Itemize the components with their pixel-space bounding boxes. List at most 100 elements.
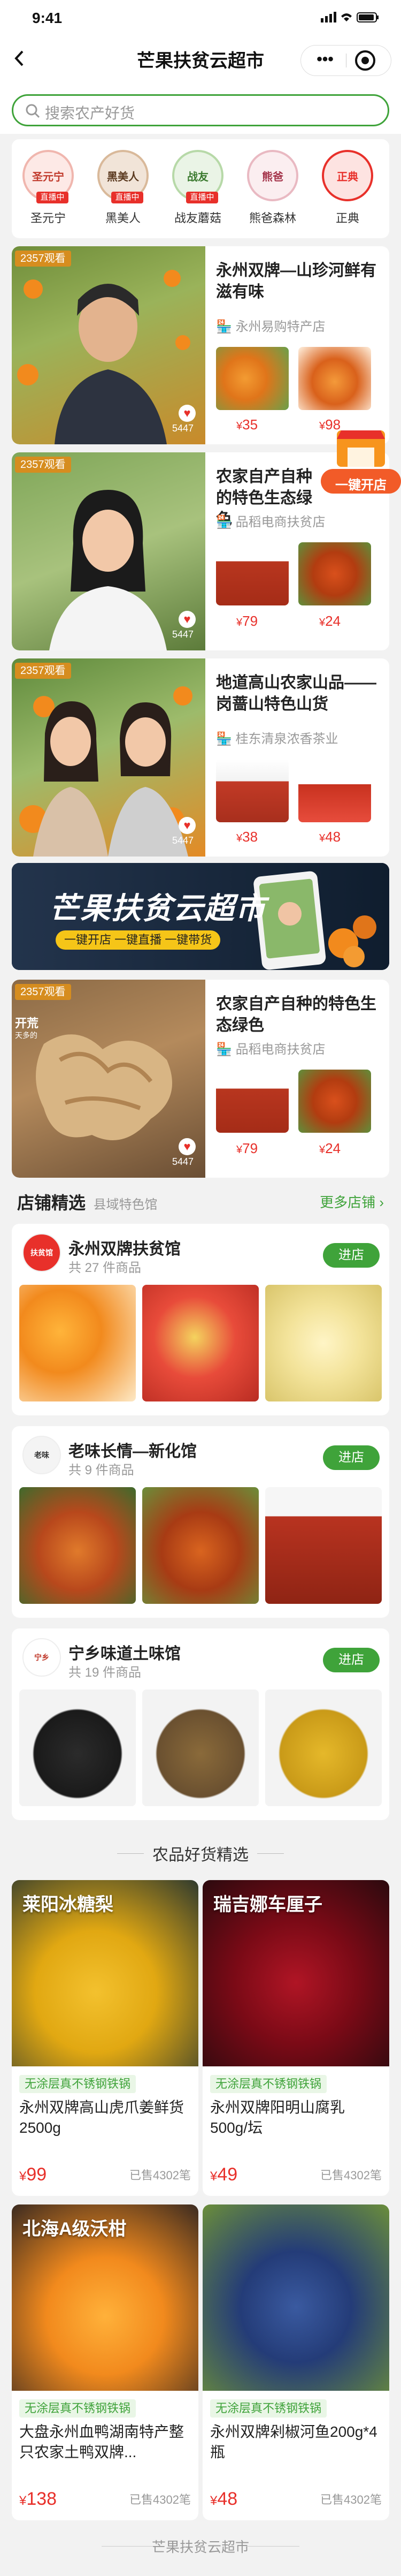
live-badge: 直播中 — [186, 192, 218, 203]
like-count: 5447 — [172, 423, 194, 434]
product-image-label: 莱阳冰糖梨 — [22, 1895, 113, 1915]
footer-text: 芒果扶贫云超市 — [151, 2539, 249, 2555]
product-thumb[interactable] — [216, 347, 289, 410]
like-count: 5447 — [172, 835, 194, 846]
search-icon — [25, 103, 41, 119]
product-name: 永州双牌阳明山腐乳500g/坛 — [210, 2099, 345, 2136]
enter-shop-button[interactable]: 进店 — [323, 1648, 380, 1672]
live-card[interactable]: 2357观看 ♥ 5447 永州双牌—山珍河鲜有滋有味 🏪 永州易购特产店 ¥3… — [12, 246, 389, 444]
shop-icon: 🏪 — [216, 732, 236, 746]
live-thumbnail[interactable]: 2357观看 ♥ 5447 — [12, 452, 205, 650]
promo-banner[interactable]: 芒果扶贫云超市 一键开店 一键直播 一键带货 — [12, 863, 389, 970]
product-card[interactable]: 无涂层真不锈钢铁锅 永州双牌剁椒河鱼200g*4瓶 ¥48 已售4302笔 — [203, 2204, 389, 2520]
status-icons — [321, 11, 380, 27]
product-price: ¥49 — [210, 2164, 238, 2185]
product-price: ¥48 — [210, 2489, 238, 2509]
store-avatar: 熊爸 — [247, 150, 298, 201]
live-thumbnail[interactable]: 2357观看 ♥ 5447 — [12, 246, 205, 444]
store-item[interactable]: 正典 正典 — [315, 150, 380, 226]
signal-wifi-battery-icon — [321, 12, 379, 22]
live-status-sub: 天多的 — [15, 1031, 37, 1040]
store-item[interactable]: 熊爸 熊爸森林 — [241, 150, 305, 226]
shop-product-image[interactable] — [142, 1487, 259, 1604]
banner-title: 芒果扶贫云超市 — [49, 891, 266, 925]
product-thumb[interactable] — [298, 1070, 371, 1133]
live-thumbnail[interactable]: 2357观看 开荒 天多的 ♥ 5447 — [12, 980, 205, 1178]
store-avatar: 黑美人 直播中 — [97, 150, 149, 203]
live-store-row: 圣元宁 直播中 圣元宁 黑美人 直播中 黑美人 战友 直播中 战友蘑菇 熊爸 熊爸森林… — [12, 139, 389, 238]
shop-count: 共 19 件商品 — [68, 1665, 142, 1680]
product-sold: 已售4302笔 — [320, 2493, 382, 2506]
heart-icon[interactable]: ♥ — [179, 1138, 196, 1155]
product-thumb[interactable] — [298, 542, 371, 605]
status-time: 9:41 — [32, 10, 63, 26]
live-title: 农家自产自种的特色生态绿色 — [216, 995, 376, 1034]
viewer-count: 2357观看 — [15, 663, 71, 679]
product-thumb[interactable] — [298, 759, 371, 822]
product-thumb[interactable] — [216, 542, 289, 605]
product-price: ¥48 — [319, 829, 341, 845]
shop-product-image[interactable] — [142, 1285, 259, 1401]
shop-card[interactable]: 老味 老味长情—新化馆 共 9 件商品 进店 — [12, 1426, 389, 1618]
product-name: 永州双牌剁椒河鱼200g*4瓶 — [210, 2423, 377, 2460]
more-shops-link[interactable]: 更多店铺 › — [320, 1192, 384, 1211]
product-price: ¥35 — [236, 416, 258, 433]
heart-icon[interactable]: ♥ — [179, 405, 196, 422]
product-price: ¥99 — [19, 2164, 47, 2185]
products-section-header: 农品好货精选 — [0, 1842, 401, 1865]
product-price: ¥24 — [319, 1140, 341, 1156]
heart-icon[interactable]: ♥ — [179, 817, 196, 834]
shop-name: 宁乡味道土味馆 — [68, 1645, 181, 1663]
live-thumbnail[interactable]: 2357观看 ♥ 5447 — [12, 658, 205, 857]
shops-section-header: 店铺精选 县域特色馆 — [17, 1189, 157, 1214]
shop-logo: 宁乡 — [22, 1638, 61, 1677]
banner-slogan: 一键开店 一键直播 一键带货 — [56, 930, 221, 950]
live-title: 永州双牌—山珍河鲜有滋有味 — [216, 262, 376, 301]
product-tag: 无涂层真不锈钢铁锅 — [19, 2399, 136, 2418]
shop-product-image[interactable] — [19, 1689, 136, 1806]
enter-shop-button[interactable]: 进店 — [323, 1445, 380, 1470]
shop-product-image[interactable] — [19, 1285, 136, 1401]
shop-icon: 🏪 — [216, 515, 236, 529]
shop-product-image[interactable] — [19, 1487, 136, 1604]
product-card[interactable]: 北海A级沃柑 无涂层真不锈钢铁锅 大盘永州血鸭湖南特产整只农家土鸭双牌... ¥… — [12, 2204, 198, 2520]
store-name: 熊爸森林 — [249, 211, 296, 225]
shop-product-image[interactable] — [265, 1285, 382, 1401]
live-card[interactable]: 2357观看 ♥ 5447 地道高山农家山品——岗蔷山特色山货 🏪 桂东清泉浓香… — [12, 658, 389, 857]
shop-card[interactable]: 扶贫馆 永州双牌扶贫馆 共 27 件商品 进店 — [12, 1224, 389, 1415]
store-item[interactable]: 黑美人 直播中 黑美人 — [91, 150, 155, 226]
viewer-count: 2357观看 — [15, 457, 71, 473]
product-thumb[interactable] — [216, 1070, 289, 1133]
live-title: 地道高山农家山品——岗蔷山特色山货 — [216, 674, 376, 713]
live-badge: 直播中 — [111, 192, 143, 203]
viewer-count: 2357观看 — [15, 984, 71, 1000]
heart-icon[interactable]: ♥ — [179, 611, 196, 628]
product-price: ¥79 — [236, 613, 258, 629]
close-mini-program-icon[interactable] — [353, 48, 377, 73]
enter-shop-button[interactable]: 进店 — [323, 1243, 380, 1268]
shop-card[interactable]: 宁乡 宁乡味道土味馆 共 19 件商品 进店 — [12, 1628, 389, 1820]
live-shop: 🏪 永州易购特产店 — [216, 320, 326, 334]
product-name: 大盘永州血鸭湖南特产整只农家土鸭双牌... — [19, 2423, 184, 2460]
shop-product-image[interactable] — [265, 1487, 382, 1604]
store-name: 战友蘑菇 — [174, 211, 221, 225]
shop-product-image[interactable] — [142, 1689, 259, 1806]
product-thumb[interactable] — [216, 759, 289, 822]
product-card[interactable]: 莱阳冰糖梨 无涂层真不锈钢铁锅 永州双牌高山虎爪姜鲜货2500g ¥99 已售4… — [12, 1880, 198, 2196]
shop-product-image[interactable] — [265, 1689, 382, 1806]
product-card[interactable]: 瑞吉娜车厘子 无涂层真不锈钢铁锅 永州双牌阳明山腐乳500g/坛 ¥49 已售4… — [203, 1880, 389, 2196]
product-thumb[interactable] — [298, 347, 371, 410]
store-item[interactable]: 战友 直播中 战友蘑菇 — [166, 150, 230, 226]
live-card[interactable]: 2357观看 开荒 天多的 ♥ 5447 农家自产自种的特色生态绿色 🏪 品稻电… — [12, 980, 389, 1178]
product-image[interactable] — [203, 2204, 389, 2391]
product-image-label: 瑞吉娜车厘子 — [213, 1895, 322, 1915]
more-icon[interactable]: ••• — [309, 49, 341, 72]
open-shop-float-button[interactable]: 一键开店 — [321, 428, 401, 498]
store-avatar: 战友 直播中 — [172, 150, 223, 203]
shop-count: 共 9 件商品 — [68, 1463, 134, 1478]
footer-divider — [246, 2546, 299, 2547]
store-name: 正典 — [335, 211, 359, 225]
store-avatar: 圣元宁 直播中 — [22, 150, 74, 203]
store-item[interactable]: 圣元宁 直播中 圣元宁 — [16, 150, 80, 226]
products-section-title: 农品好货精选 — [152, 1846, 249, 1864]
